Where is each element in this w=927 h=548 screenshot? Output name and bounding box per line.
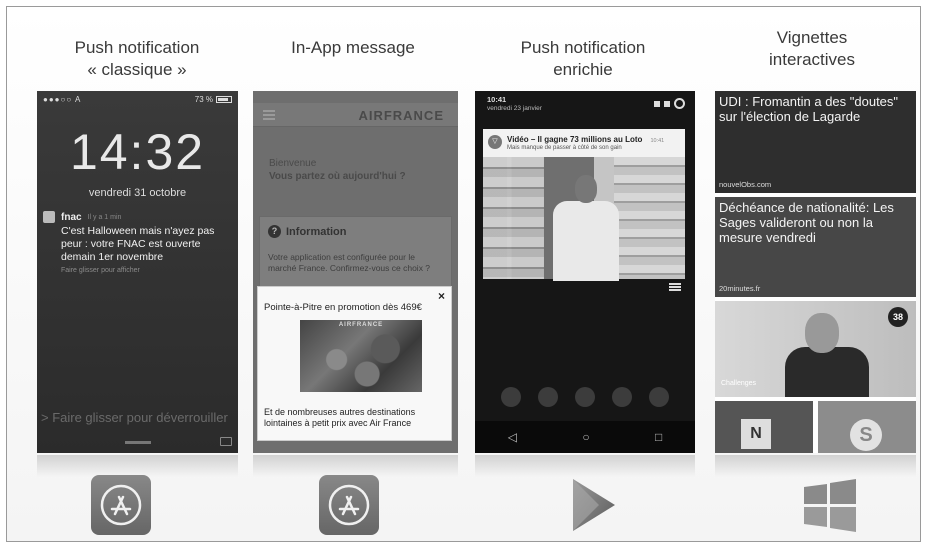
video-app-icon: ▽ xyxy=(488,135,502,149)
notification-video-thumbnail[interactable] xyxy=(483,157,685,281)
promo-description: Et de nombreuses autres destinations loi… xyxy=(264,407,416,428)
battery-indicator: 73 % xyxy=(195,95,232,104)
skype-icon: S xyxy=(850,419,882,451)
info-text: Votre application est configurée pour le… xyxy=(268,252,431,273)
tile-source: 20minutes.fr xyxy=(719,284,761,293)
notification-subtitle: Mais manque de passer à côté de son gain xyxy=(507,145,622,151)
camera-icon[interactable] xyxy=(220,437,232,446)
avatar-icon[interactable] xyxy=(674,98,685,109)
tile-headline: UDI : Fromantin a des "doutes" sur l'éle… xyxy=(719,94,899,124)
skype-tile[interactable]: S xyxy=(818,401,916,453)
apps-drawer-icon[interactable] xyxy=(574,387,595,407)
in-app-phone: AIRFRANCE Bienvenue Vous partez où aujou… xyxy=(253,91,458,453)
onenote-tile[interactable]: N xyxy=(715,401,813,453)
tile-count-badge: 38 xyxy=(888,307,908,327)
app-store-icon xyxy=(91,475,151,535)
store-icon[interactable] xyxy=(648,387,669,407)
menu-icon[interactable] xyxy=(263,110,275,120)
messages-icon[interactable] xyxy=(538,387,559,407)
back-button[interactable]: ◁ xyxy=(508,430,517,444)
recents-button[interactable]: □ xyxy=(655,430,662,444)
expand-handle-icon[interactable] xyxy=(669,283,681,291)
close-button[interactable]: × xyxy=(438,289,445,303)
google-play-icon xyxy=(569,475,619,535)
tile-photo xyxy=(805,313,839,353)
wifi-icon xyxy=(654,100,660,107)
slide-to-unlock[interactable]: > Faire glisser pour déverrouiller xyxy=(41,410,234,425)
push-notification[interactable]: fnac Il y a 1 min C'est Halloween mais n… xyxy=(43,211,232,274)
app-store-icon xyxy=(319,475,379,535)
signal-indicator: ●●●○○ A xyxy=(43,95,82,104)
promo-title: Pointe-à-Pitre en promotion dès 469€ xyxy=(264,302,422,313)
windows-store-icon xyxy=(802,477,858,533)
status-bar: 10:41 vendredi 23 janvier xyxy=(487,95,685,112)
airfrance-logo: AIRFRANCE xyxy=(358,108,444,123)
news-tile-challenges[interactable]: 38 Challenges xyxy=(715,301,916,397)
lockscreen-time: 14:32 xyxy=(69,124,206,180)
onenote-icon: N xyxy=(741,419,771,449)
info-title: Information xyxy=(286,225,347,238)
column-title-in-app: In-App message xyxy=(291,38,415,57)
notification-time: Il y a 1 min xyxy=(87,213,122,221)
news-tile-nouvelobs[interactable]: UDI : Fromantin a des "doutes" sur l'éle… xyxy=(715,91,916,193)
in-app-message-modal[interactable]: × Pointe-à-Pitre en promotion dès 469€ A… xyxy=(257,286,452,441)
notification-title: Vidéo – Il gagne 73 millions au Loto xyxy=(507,135,643,144)
rich-push-phone: 10:41 vendredi 23 janvier ▽ Vidéo – Il g… xyxy=(475,91,695,453)
home-indicator xyxy=(125,441,151,444)
phone-icon[interactable] xyxy=(501,387,522,407)
news-tile-20minutes[interactable]: Déchéance de nationalité: Les Sages vali… xyxy=(715,197,916,297)
tile-source: nouvelObs.com xyxy=(719,180,772,189)
home-button[interactable]: ○ xyxy=(582,430,589,444)
promo-image-brand: AIRFRANCE xyxy=(338,322,384,328)
tile-headline: Déchéance de nationalité: Les Sages vali… xyxy=(719,200,894,245)
status-bar: ●●●○○ A 73 % xyxy=(43,95,232,104)
info-icon: ? xyxy=(268,225,281,238)
notification-app-name: fnac xyxy=(61,211,82,223)
android-nav-bar: ◁ ○ □ xyxy=(475,421,695,453)
column-title-classic-push: Push notification « classique » xyxy=(74,38,200,79)
notification-message: C'est Halloween mais n'ayez pas peur : v… xyxy=(61,225,215,263)
column-title-rich-push: Push notification enrichie xyxy=(520,38,646,79)
battery-icon xyxy=(664,100,670,107)
battery-icon xyxy=(216,96,232,104)
status-bar xyxy=(259,93,452,101)
welcome-text: Bienvenue Vous partez où aujourd'hui ? xyxy=(269,158,406,182)
tile-source: Challenges xyxy=(721,380,757,387)
rich-notification-card[interactable]: ▽ Vidéo – Il gagne 73 millions au Loto 10… xyxy=(483,129,685,281)
chrome-icon[interactable] xyxy=(611,387,632,407)
notification-hint: Faire glisser pour afficher xyxy=(61,267,140,274)
fnac-app-icon xyxy=(43,211,55,223)
promo-image[interactable]: AIRFRANCE xyxy=(300,320,422,392)
app-header: AIRFRANCE xyxy=(253,103,458,127)
lockscreen-phone: ●●●○○ A 73 % 14:32 vendredi 31 octobre f… xyxy=(37,91,238,453)
column-title-interactive-tiles: Vignettes interactives xyxy=(769,28,855,69)
notification-time: 10:41 xyxy=(650,138,665,144)
slide-frame: Push notification « classique » In-App m… xyxy=(6,6,921,542)
app-dock xyxy=(475,387,695,407)
windows-tiles-phone: UDI : Fromantin a des "doutes" sur l'éle… xyxy=(715,91,916,453)
lockscreen-date: vendredi 31 octobre xyxy=(88,187,187,199)
